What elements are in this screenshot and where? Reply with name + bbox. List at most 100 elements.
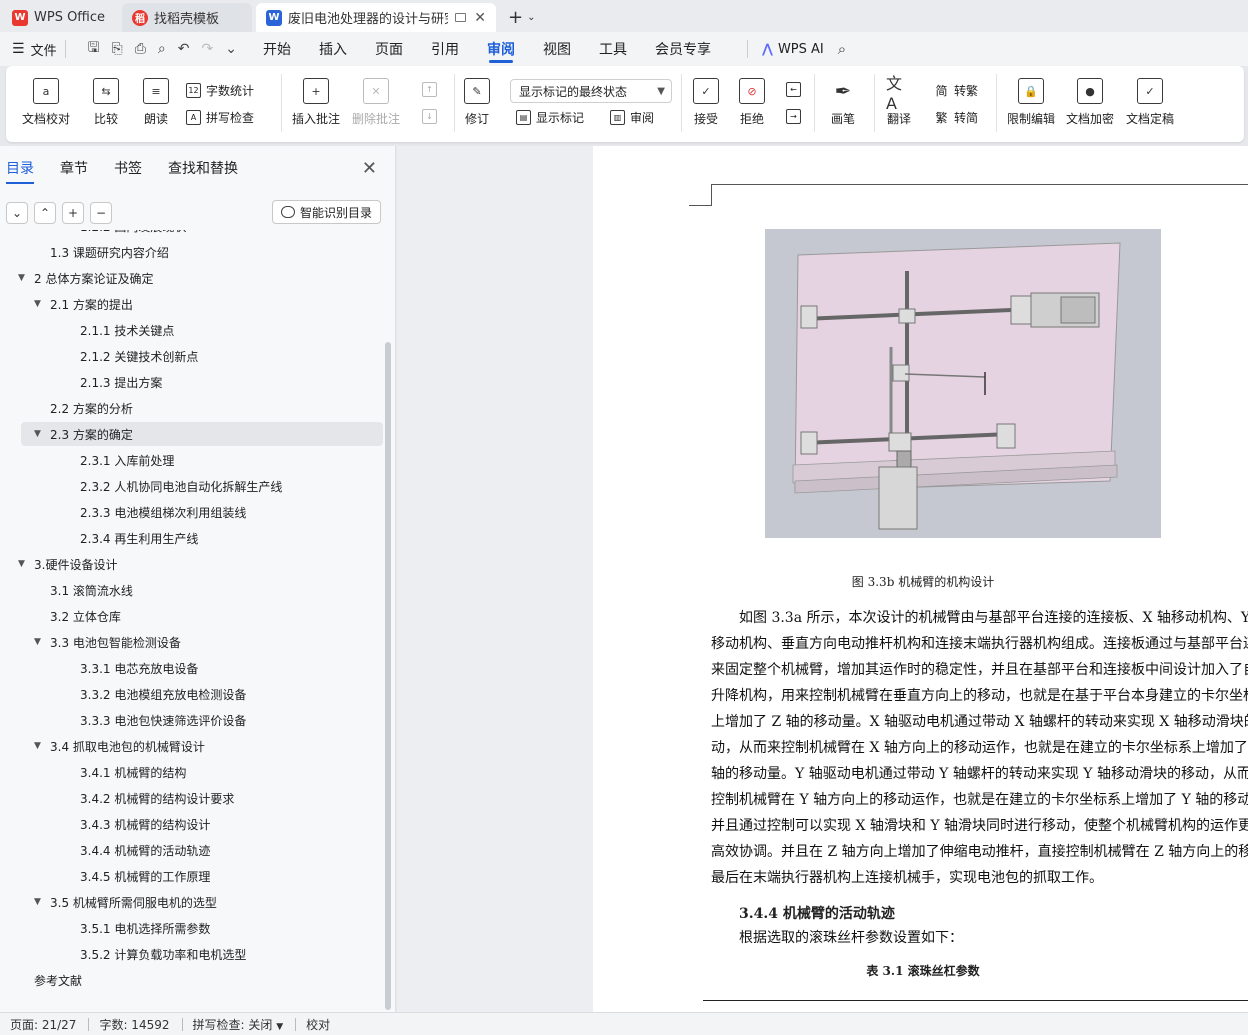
tab-toc[interactable]: 目录 (6, 146, 34, 190)
toc-item[interactable]: 2.1.1 技术关键点 (80, 318, 174, 342)
toc-item[interactable]: 3.4.2 机械臂的结构设计要求 (80, 786, 234, 810)
undo-icon[interactable]: ↶ (178, 41, 190, 57)
translate-button[interactable]: 文A 翻译 (886, 74, 912, 127)
toc-item[interactable]: 3.5.2 计算负载功率和电机选型 (80, 942, 246, 966)
smart-toc-button[interactable]: 智能识别目录 (271, 200, 381, 224)
add-icon[interactable]: + (62, 202, 84, 224)
expand-down-icon[interactable]: ⌄ (6, 202, 28, 224)
close-panel-icon[interactable]: ✕ (362, 158, 377, 179)
toc-item[interactable]: 3.4.5 机械臂的工作原理 (80, 864, 210, 888)
review-pane-button[interactable]: ▥ 审阅 (610, 109, 654, 126)
expand-triangle-icon[interactable]: ▼ (34, 637, 46, 647)
expand-triangle-icon[interactable]: ▼ (34, 897, 46, 907)
delete-comment-button[interactable]: ✕ 删除批注 (352, 78, 400, 127)
toc-item[interactable]: 1.3 课题研究内容介绍 (50, 240, 169, 264)
read-aloud-button[interactable]: ≡ 朗读 (143, 78, 169, 127)
toc-item[interactable]: ▼ 3.4 抓取电池包的机械臂设计 (34, 734, 205, 758)
toc-item[interactable]: 2.1.2 关键技术创新点 (80, 344, 198, 368)
prev-comment-button[interactable]: ↑ (422, 82, 442, 97)
toc-item[interactable]: 3.1 滚筒流水线 (50, 578, 133, 602)
tab-member[interactable]: 会员专享 (655, 32, 711, 66)
encrypt-button[interactable]: ● 文档加密 (1066, 78, 1114, 127)
tab-references[interactable]: 引用 (431, 32, 459, 66)
expand-triangle-icon[interactable]: ▼ (18, 273, 30, 283)
new-tab-button[interactable]: + ⌄ (500, 3, 543, 32)
prev-revision-button[interactable]: ← (786, 82, 806, 97)
toc-item[interactable]: 3.3.1 电芯充放电设备 (80, 656, 198, 680)
spell-check-button[interactable]: A 拼写检查 (186, 109, 254, 126)
file-menu[interactable]: ☰ 文件 (12, 40, 57, 59)
toc-item[interactable]: 2.2 方案的分析 (50, 396, 133, 420)
search-icon[interactable]: ⌕ (838, 40, 846, 58)
next-revision-button[interactable]: → (786, 109, 806, 124)
display-state-select[interactable]: 显示标记的最终状态 ▼ (510, 79, 672, 103)
toc-item[interactable]: 3.3.2 电池模组充放电检测设备 (80, 682, 246, 706)
minimize-tab-icon[interactable] (455, 13, 466, 22)
word-count-status[interactable]: 字数: 14592 (99, 1016, 169, 1033)
tab-document[interactable]: W 废旧电池处理器的设计与研究 ✕ (256, 3, 496, 32)
to-traditional-button[interactable]: 简 转繁 (934, 82, 978, 99)
expand-triangle-icon[interactable]: ▼ (34, 741, 46, 751)
export-icon[interactable]: ⎘ (112, 41, 123, 57)
remove-icon[interactable]: − (90, 202, 112, 224)
toc-item[interactable]: 2.1.3 提出方案 (80, 370, 162, 394)
to-simplified-button[interactable]: 繁 转简 (934, 109, 978, 126)
toc-item[interactable]: ▼ 2.3 方案的确定 (34, 422, 133, 446)
next-comment-button[interactable]: ↓ (422, 109, 442, 124)
toc-item[interactable]: 参考文献 (34, 968, 82, 992)
save-icon[interactable]: 🖫 (88, 37, 100, 61)
toc-item[interactable]: 3.3.3 电池包快速筛选评价设备 (80, 708, 246, 732)
toc-item[interactable]: 3.4.3 机械臂的结构设计 (80, 812, 210, 836)
tab-docer[interactable]: 稻 找稻壳模板 (122, 3, 252, 32)
reject-button[interactable]: ⊘ 拒绝 (739, 78, 765, 127)
tab-chapters[interactable]: 章节 (60, 146, 88, 190)
collapse-up-icon[interactable]: ⌃ (34, 202, 56, 224)
tab-insert[interactable]: 插入 (319, 32, 347, 66)
print-icon[interactable]: ⎙ (135, 41, 146, 57)
tab-bookmarks[interactable]: 书签 (114, 146, 142, 190)
toc-item[interactable]: ▼ 3.5 机械臂所需伺服电机的选型 (34, 890, 217, 914)
toc-item[interactable]: 2.3.4 再生利用生产线 (80, 526, 198, 550)
toc-item[interactable]: 3.4.4 机械臂的活动轨迹 (80, 838, 210, 862)
toc-item[interactable]: 2.3.1 入库前处理 (80, 448, 174, 472)
toc-item[interactable]: 2.3.3 电池模组梯次利用组装线 (80, 500, 246, 524)
insert-comment-button[interactable]: + 插入批注 (292, 78, 340, 127)
ink-button[interactable]: ✒ 画笔 (830, 78, 856, 127)
toc-item[interactable]: ▼ 2.1 方案的提出 (34, 292, 133, 316)
expand-triangle-icon[interactable]: ▼ (34, 429, 46, 439)
toc-item[interactable]: 3.5.1 电机选择所需参数 (80, 916, 210, 940)
tab-find-replace[interactable]: 查找和替换 (168, 146, 238, 190)
toc-item[interactable]: 3.2 立体仓库 (50, 604, 121, 628)
word-count-button[interactable]: 12 字数统计 (186, 82, 254, 99)
chevron-down-icon[interactable]: ⌄ (527, 12, 535, 23)
toc-item[interactable]: ▼ 2 总体方案论证及确定 (18, 266, 153, 290)
compare-button[interactable]: ⇆ 比较 (93, 78, 119, 127)
page-indicator[interactable]: 页面: 21/27 (10, 1016, 76, 1033)
print-preview-icon[interactable]: ⌕ (158, 41, 166, 57)
expand-triangle-icon[interactable]: ▼ (34, 299, 46, 309)
tab-review[interactable]: 审阅 (487, 32, 515, 66)
wps-ai-button[interactable]: ⋀ WPS AI (762, 42, 824, 57)
tab-wps-office[interactable]: W WPS Office (2, 3, 118, 32)
tab-page[interactable]: 页面 (375, 32, 403, 66)
finalize-button[interactable]: ✓ 文档定稿 (1126, 78, 1174, 127)
accept-button[interactable]: ✓ 接受 (693, 78, 719, 127)
revise-button[interactable]: ✎ 修订 (464, 78, 490, 127)
show-marks-button[interactable]: ▤ 显示标记 (516, 109, 584, 126)
document-page[interactable]: 图 3.3b 机械臂的机构设计 如图 3.3a 所示，本次设计的机械臂由与基部平… (593, 146, 1248, 1012)
doc-check-button[interactable]: a 文档校对 (22, 78, 70, 127)
tab-tools[interactable]: 工具 (599, 32, 627, 66)
toc-item[interactable]: 1.2.2 国内发展现状 (80, 230, 186, 238)
toc-item[interactable]: ▼ 3.3 电池包智能检测设备 (34, 630, 181, 654)
restrict-edit-button[interactable]: 🔒 限制编辑 (1007, 78, 1055, 127)
spell-check-status[interactable]: 拼写检查: 关闭 ▼ (193, 1016, 284, 1033)
tab-view[interactable]: 视图 (543, 32, 571, 66)
toc-item[interactable]: 3.4.1 机械臂的结构 (80, 760, 186, 784)
toc-item[interactable]: ▼ 3.硬件设备设计 (18, 552, 117, 576)
expand-triangle-icon[interactable]: ▼ (18, 559, 30, 569)
panel-scrollbar[interactable] (385, 342, 391, 1010)
proofread-status[interactable]: 校对 (306, 1016, 330, 1033)
close-tab-icon[interactable]: ✕ (474, 10, 486, 26)
tab-home[interactable]: 开始 (263, 32, 291, 66)
more-chevron-icon[interactable]: ⌄ (225, 41, 237, 57)
